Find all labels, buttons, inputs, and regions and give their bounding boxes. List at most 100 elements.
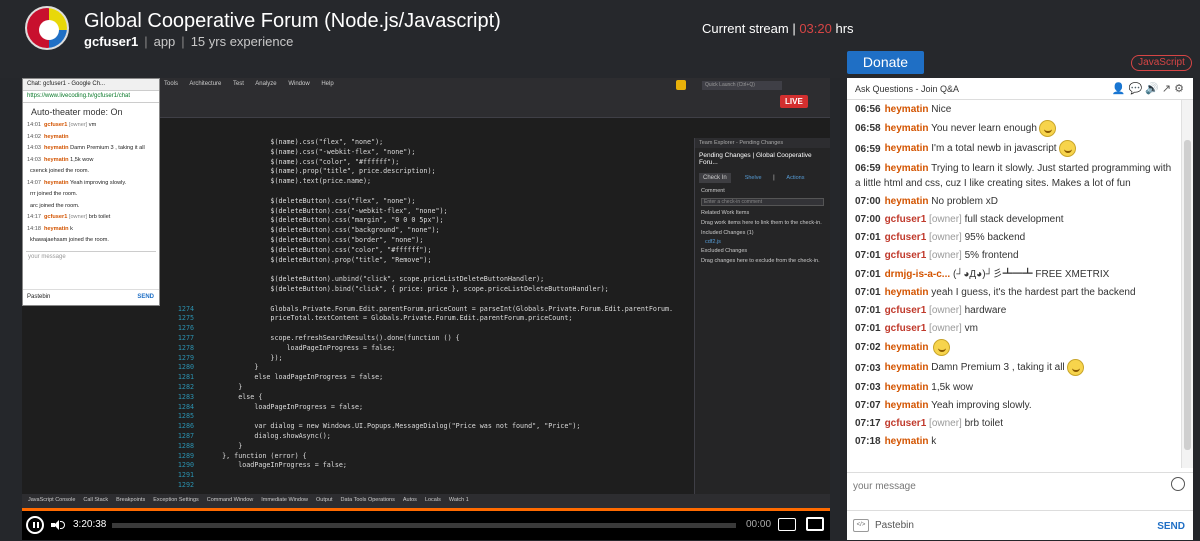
donate-button[interactable]: Donate xyxy=(847,51,924,74)
chat-message: 07:01 drmjg-is-a-c... (┘◕Д◕)┘彡┻━┻ FREE XM… xyxy=(855,267,1179,282)
message-text: Yeah improving slowly. xyxy=(931,399,1032,411)
seek-bar[interactable] xyxy=(112,523,736,528)
message-user[interactable]: heymatin xyxy=(885,436,929,447)
message-text: hardware xyxy=(964,304,1007,316)
volume-icon[interactable] xyxy=(51,519,65,531)
channel-logo[interactable] xyxy=(25,6,69,50)
message-user[interactable]: gcfuser1 xyxy=(885,323,927,334)
message-text: vm xyxy=(964,323,978,335)
comment-label: Comment xyxy=(701,188,725,194)
popout-chat-message: 14:03 heymatin 1,5k wow xyxy=(27,155,155,167)
message-time: 14:03 xyxy=(27,145,41,151)
captions-icon[interactable] xyxy=(778,518,796,531)
ide-screen: Tools Architecture Test Analyze Window H… xyxy=(22,78,830,508)
emoji-picker-icon[interactable] xyxy=(1171,477,1185,491)
message-time: 14:01 xyxy=(27,122,41,128)
pastebin-icon[interactable]: </> xyxy=(853,519,869,532)
stream-progress-track[interactable] xyxy=(22,508,830,511)
message-user: heymatin xyxy=(44,133,69,140)
popout-icon[interactable]: ↗ xyxy=(1162,83,1174,95)
message-time: 14:02 xyxy=(27,133,41,140)
video-player[interactable]: Tools Architecture Test Analyze Window H… xyxy=(22,78,830,540)
message-text: brb toilet xyxy=(88,214,111,220)
message-time: 07:01 xyxy=(855,268,881,280)
owner-tag: [owner] xyxy=(929,304,962,316)
message-time: 06:59 xyxy=(855,143,881,155)
message-time: 07:01 xyxy=(855,323,881,335)
popout-pastebin: Pastebin xyxy=(27,294,51,300)
message-user[interactable]: drmjg-is-a-c... xyxy=(885,269,951,280)
settings-icon[interactable]: ⚙ xyxy=(1174,83,1187,95)
chat-message: 06:58 heymatin You never learn enough xyxy=(855,120,1179,138)
message-time: 07:01 xyxy=(855,250,881,262)
chat-message-input[interactable]: your message xyxy=(853,481,916,492)
message-user[interactable]: gcfuser1 xyxy=(885,250,927,261)
chat-scrollbar[interactable] xyxy=(1181,100,1193,468)
message-text: Damn Premium 3 , taking it all xyxy=(931,362,1065,374)
message-user[interactable]: heymatin xyxy=(885,287,929,298)
ide-menu-item: Tools xyxy=(164,81,179,87)
chat-scroll-thumb[interactable] xyxy=(1184,140,1191,450)
message-user[interactable]: gcfuser1 xyxy=(885,214,927,225)
stream-header: Global Cooperative Forum (Node.js/Javasc… xyxy=(0,0,1200,78)
message-text: No problem xD xyxy=(931,195,998,207)
smiley-emoji-icon xyxy=(1038,120,1056,138)
message-text: khawajaehsam joined the room. xyxy=(30,237,109,243)
message-text: k xyxy=(931,436,937,448)
message-user[interactable]: heymatin xyxy=(885,123,929,134)
message-user[interactable]: gcfuser1 xyxy=(885,232,927,243)
volume-toggle-icon[interactable]: 🔊 xyxy=(1145,83,1162,95)
shelve-link: Shelve xyxy=(744,175,762,181)
pastebin-link[interactable]: Pastebin xyxy=(875,520,914,531)
chat-footer: </> Pastebin SEND xyxy=(847,510,1193,540)
message-user[interactable]: heymatin xyxy=(885,104,929,115)
chat-message: 07:02 heymatin xyxy=(855,339,1179,357)
fullscreen-icon[interactable] xyxy=(806,517,824,531)
message-user[interactable]: heymatin xyxy=(885,400,929,411)
message-text: You never learn enough xyxy=(931,123,1037,135)
pause-icon[interactable] xyxy=(26,516,44,534)
ide-tool-tab: Breakpoints xyxy=(116,497,146,503)
chat-bubbles-icon[interactable]: 💬 xyxy=(1129,83,1146,95)
stream-category[interactable]: app xyxy=(154,34,176,49)
users-icon[interactable]: 👤 xyxy=(1112,83,1129,95)
message-user[interactable]: heymatin xyxy=(885,382,929,393)
popout-send: SEND xyxy=(137,294,154,300)
message-text: yeah I guess, it's the hardest part the … xyxy=(931,286,1136,298)
owner-tag: [owner] xyxy=(929,250,962,262)
message-user[interactable]: heymatin xyxy=(885,342,929,353)
elapsed-time: 3:20:38 xyxy=(73,519,107,530)
message-text: rrr joined the room. xyxy=(30,191,78,197)
url-path-part: /gcfuser1/chat xyxy=(92,93,131,99)
language-badge[interactable]: JavaScript xyxy=(1131,55,1192,71)
message-user[interactable]: gcfuser1 xyxy=(885,418,927,429)
message-text: Nice xyxy=(931,104,952,115)
message-user: gcfuser1 xyxy=(44,122,68,128)
message-user[interactable]: heymatin xyxy=(885,163,929,174)
message-time: 14:03 xyxy=(27,156,41,163)
chat-message: 07:01 heymatin yeah I guess, it's the har… xyxy=(855,285,1179,300)
message-time: 07:00 xyxy=(855,195,881,207)
message-user[interactable]: gcfuser1 xyxy=(885,305,927,316)
chat-message: 07:18 heymatin k xyxy=(855,434,1179,449)
feedback-flag-icon xyxy=(676,80,686,90)
owner-tag: [owner] xyxy=(929,418,962,429)
chat-panel: Ask Questions - Join Q&A 👤💬🔊↗⚙ 06:56 heym… xyxy=(847,78,1193,540)
ide-tool-tabs: JavaScript Console Call Stack Breakpoints E… xyxy=(22,494,830,508)
message-text: (┘◕Д◕)┘彡┻━┻ FREE XMETRIX xyxy=(952,268,1110,280)
message-user[interactable]: heymatin xyxy=(885,363,929,374)
message-user: gcfuser1 xyxy=(44,214,68,220)
message-time: 14:07 xyxy=(27,179,41,186)
code-text: $(name).css("flex", "none"); $(name).css… xyxy=(222,138,674,470)
chat-message: 07:01 gcfuser1 [owner] 95% backend xyxy=(855,230,1179,245)
streamer-username[interactable]: gcfuser1 xyxy=(84,34,138,49)
send-button[interactable]: SEND xyxy=(1157,521,1185,532)
message-user[interactable]: heymatin xyxy=(885,196,929,207)
message-text: 5% frontend xyxy=(964,250,1019,262)
message-user[interactable]: heymatin xyxy=(885,144,929,155)
code-editor: 1274 1275 1276 1277 1278 1279 1280 1281 … xyxy=(160,138,690,498)
ide-tool-tab: Autos xyxy=(402,497,417,503)
ide-menu-item: Help xyxy=(321,81,334,87)
message-text: brb toilet xyxy=(964,418,1003,429)
owner-tag: [owner] xyxy=(68,122,88,128)
